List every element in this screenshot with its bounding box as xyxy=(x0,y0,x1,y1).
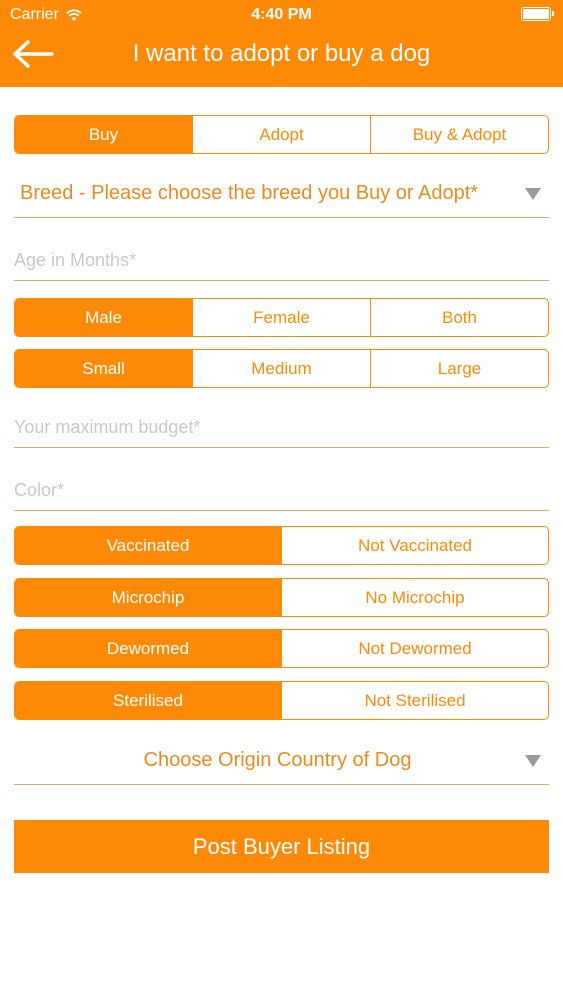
dropdown-arrow-icon xyxy=(525,754,541,767)
microchip-option-no-microchip[interactable]: No Microchip xyxy=(281,579,548,616)
purpose-option-buy[interactable]: Buy xyxy=(15,116,192,153)
header-bar: Carrier 4:40 PM I want to adopt or buy a… xyxy=(0,0,563,87)
sterilisation-option-sterilised[interactable]: Sterilised xyxy=(15,682,281,719)
status-bar: Carrier 4:40 PM xyxy=(0,0,563,30)
origin-country-dropdown[interactable]: Choose Origin Country of Dog xyxy=(14,737,549,785)
gender-option-female[interactable]: Female xyxy=(192,299,370,336)
page-title: I want to adopt or buy a dog xyxy=(132,40,431,67)
navigation-bar: I want to adopt or buy a dog xyxy=(0,30,563,87)
sterilisation-segmented-control: Sterilised Not Sterilised xyxy=(14,681,549,720)
age-field-wrapper xyxy=(14,241,549,281)
size-option-large[interactable]: Large xyxy=(370,350,548,387)
vaccination-segmented-control: Vaccinated Not Vaccinated xyxy=(14,526,549,565)
purpose-option-buy-and-adopt[interactable]: Buy & Adopt xyxy=(370,116,548,153)
post-buyer-listing-button[interactable]: Post Buyer Listing xyxy=(14,820,549,873)
battery-icon xyxy=(521,7,554,21)
size-segmented-control: Small Medium Large xyxy=(14,349,549,388)
gender-option-both[interactable]: Both xyxy=(370,299,548,336)
gender-option-male[interactable]: Male xyxy=(15,299,192,336)
deworming-option-not-dewormed[interactable]: Not Dewormed xyxy=(281,630,548,667)
microchip-option-microchip[interactable]: Microchip xyxy=(15,579,281,616)
deworming-option-dewormed[interactable]: Dewormed xyxy=(15,630,281,667)
purpose-option-adopt[interactable]: Adopt xyxy=(192,116,370,153)
size-option-medium[interactable]: Medium xyxy=(192,350,370,387)
size-option-small[interactable]: Small xyxy=(15,350,192,387)
vaccination-option-not-vaccinated[interactable]: Not Vaccinated xyxy=(281,527,548,564)
budget-field-wrapper xyxy=(14,408,549,448)
deworming-segmented-control: Dewormed Not Dewormed xyxy=(14,629,549,668)
color-field-wrapper xyxy=(14,471,549,511)
status-time: 4:40 PM xyxy=(251,6,312,23)
color-input[interactable] xyxy=(14,471,549,510)
sterilisation-option-not-sterilised[interactable]: Not Sterilised xyxy=(281,682,548,719)
purpose-segmented-control: Buy Adopt Buy & Adopt xyxy=(14,115,549,154)
microchip-segmented-control: Microchip No Microchip xyxy=(14,578,549,617)
budget-input[interactable] xyxy=(14,408,549,447)
dropdown-arrow-icon xyxy=(525,187,541,200)
gender-segmented-control: Male Female Both xyxy=(14,298,549,337)
age-input[interactable] xyxy=(14,241,549,280)
origin-country-label: Choose Origin Country of Dog xyxy=(143,749,412,771)
vaccination-option-vaccinated[interactable]: Vaccinated xyxy=(15,527,281,564)
breed-dropdown[interactable]: Breed - Please choose the breed you Buy … xyxy=(14,170,549,218)
breed-dropdown-label: Breed - Please choose the breed you Buy … xyxy=(20,182,479,204)
